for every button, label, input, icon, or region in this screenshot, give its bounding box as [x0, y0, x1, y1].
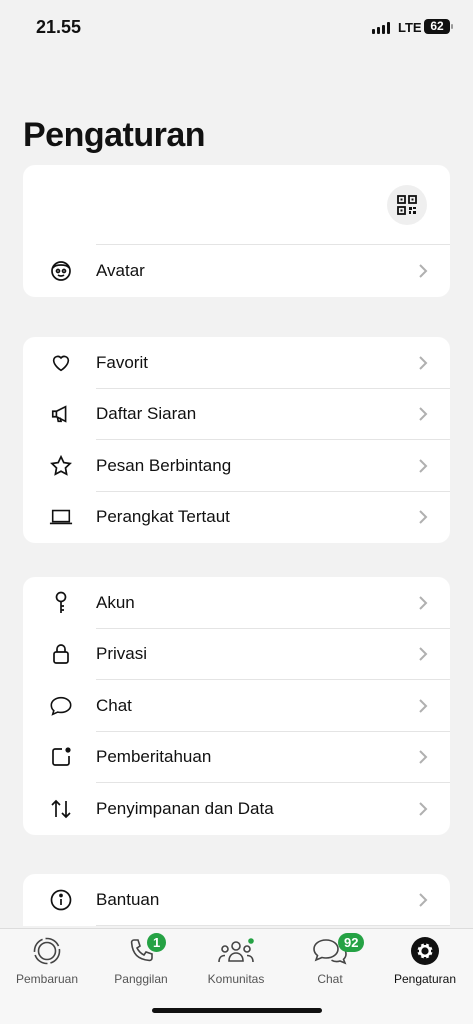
settings-row-perangkat-tertaut[interactable]: Perangkat Tertaut	[23, 492, 450, 544]
row-label: Bantuan	[96, 889, 160, 909]
chevron-right-icon	[419, 459, 428, 473]
status-time: 21.55	[36, 17, 82, 37]
settings-row-chat[interactable]: Chat	[23, 680, 450, 732]
notification-icon	[49, 745, 73, 769]
chats-icon: 92	[310, 933, 365, 967]
row-label: Chat	[96, 695, 132, 715]
storage-arrows-icon	[49, 797, 73, 821]
megaphone-icon	[49, 402, 73, 426]
settings-row-pesan-berbintang[interactable]: Pesan Berbintang	[23, 440, 450, 492]
row-label: Pemberitahuan	[96, 747, 212, 767]
tab-label: Panggilan	[114, 972, 168, 986]
info-icon	[49, 888, 73, 912]
settings-row-penyimpanan[interactable]: Penyimpanan dan Data	[23, 783, 450, 835]
chevron-right-icon	[419, 647, 428, 661]
chevron-right-icon	[419, 264, 428, 278]
home-indicator	[152, 1008, 322, 1013]
tab-label: Pembaruan	[15, 972, 79, 986]
settings-row-daftar-siaran[interactable]: Daftar Siaran	[23, 389, 450, 441]
laptop-icon	[49, 505, 73, 529]
tab-panggilan[interactable]: 1 Panggilan	[94, 933, 188, 986]
tab-pengaturan[interactable]: Pengaturan	[378, 935, 472, 986]
unread-chats-badge: 92	[338, 933, 365, 952]
tab-label: Komunitas	[207, 972, 265, 986]
row-label: Favorit	[96, 352, 148, 372]
settings-row-privasi[interactable]: Privasi	[23, 629, 450, 681]
network-type: LTE	[398, 20, 422, 35]
chat-bubble-icon	[49, 694, 73, 718]
settings-group-1: Favorit Daftar Siaran Pesan Berbintang P…	[23, 337, 450, 543]
signal-icon	[372, 22, 390, 34]
chevron-right-icon	[419, 510, 428, 524]
row-label: Avatar	[96, 260, 145, 280]
missed-calls-badge: 1	[147, 933, 167, 952]
row-label: Akun	[96, 592, 135, 612]
communities-icon	[216, 935, 256, 967]
settings-group-3: Bantuan	[23, 874, 450, 926]
key-icon	[49, 591, 73, 615]
tab-chat[interactable]: 92 Chat	[283, 933, 377, 986]
settings-row-akun[interactable]: Akun	[23, 577, 450, 629]
avatar-icon	[49, 259, 73, 283]
heart-icon	[49, 351, 73, 375]
qr-code-icon	[397, 195, 417, 215]
settings-row-pemberitahuan[interactable]: Pemberitahuan	[23, 732, 450, 784]
row-label: Privasi	[96, 644, 148, 664]
chevron-right-icon	[419, 802, 428, 816]
chevron-right-icon	[419, 407, 428, 421]
tab-label: Pengaturan	[393, 972, 457, 986]
updates-icon	[27, 935, 67, 967]
tab-pembaruan[interactable]: Pembaruan	[0, 935, 94, 986]
chevron-right-icon	[419, 893, 428, 907]
battery-level: 62	[430, 19, 444, 33]
lock-icon	[49, 642, 73, 666]
chevron-right-icon	[419, 356, 428, 370]
chevron-right-icon	[419, 750, 428, 764]
qr-code-button[interactable]	[387, 185, 427, 225]
chevron-right-icon	[419, 596, 428, 610]
page-title: Pengaturan	[23, 116, 206, 154]
row-label: Pesan Berbintang	[96, 455, 232, 475]
star-icon	[49, 454, 73, 478]
row-label: Daftar Siaran	[96, 404, 197, 424]
tab-komunitas[interactable]: Komunitas	[189, 935, 283, 986]
settings-row-avatar[interactable]: Avatar	[23, 245, 450, 297]
chevron-right-icon	[419, 699, 428, 713]
row-label: Penyimpanan dan Data	[96, 798, 274, 818]
settings-icon	[405, 935, 445, 967]
row-label: Perangkat Tertaut	[96, 507, 230, 527]
settings-group-2: Akun Privasi Chat Pemberitahuan Penyimpa…	[23, 577, 450, 835]
profile-card: Avatar	[23, 165, 450, 297]
status-bar: 21.55 LTE 62	[0, 0, 473, 54]
settings-row-bantuan[interactable]: Bantuan	[23, 874, 450, 926]
battery-icon: 62	[424, 19, 453, 34]
tab-label: Chat	[317, 972, 343, 986]
profile-header[interactable]	[23, 165, 450, 245]
settings-row-favorit[interactable]: Favorit	[23, 337, 450, 389]
phone-icon: 1	[121, 933, 167, 967]
